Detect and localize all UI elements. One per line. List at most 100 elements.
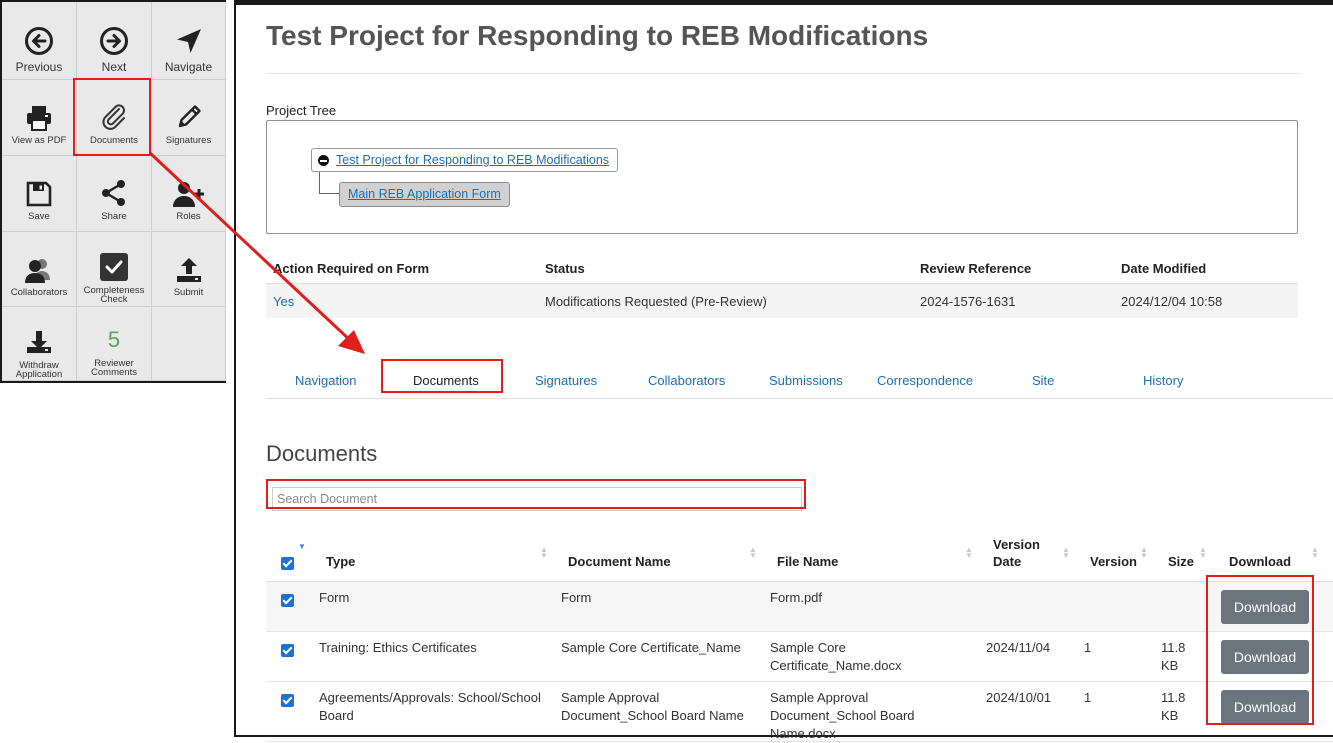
search-document-input[interactable] [272,487,802,511]
navigate-button[interactable]: Navigate [152,2,226,80]
header-document-name[interactable]: Document Name [568,553,671,570]
signatures-button[interactable]: Signatures [152,80,226,156]
users-icon [23,244,55,284]
tab-submissions[interactable]: Submissions [769,373,843,388]
navigate-label: Navigate [164,60,213,74]
previous-button[interactable]: Previous [2,2,77,80]
action-toolbar: Previous Next Navigate View as PDF Docum… [0,0,226,383]
tab-collaborators[interactable]: Collaborators [648,373,725,388]
page-title: Test Project for Responding to REB Modif… [266,20,929,51]
save-label: Save [28,211,50,222]
header-version[interactable]: Version [1090,553,1137,570]
action-required-value[interactable]: Yes [273,294,294,309]
view-as-pdf-label: View as PDF [11,135,67,146]
cell-file-name: Sample Approval Document_School Board Na… [770,690,915,741]
pencil-icon [174,92,204,132]
header-type[interactable]: Type [326,553,355,570]
location-arrow-icon [174,16,204,56]
withdraw-application-button[interactable]: Withdraw Application [2,307,77,381]
tab-documents[interactable]: Documents [413,373,479,388]
paperclip-icon [99,92,129,132]
tree-child-node: Main REB Application Form [339,182,510,207]
cell-type: Agreements/Approvals: School/School Boar… [319,690,541,723]
download-button[interactable]: Download [1221,690,1309,724]
documents-table: ▼ Type ▲ ▼ Document Name ▲ ▼ File Name ▲ ▼ … [266,531,1333,742]
tab-history[interactable]: History [1143,373,1183,388]
arrow-right-circle-icon [99,16,129,56]
save-button[interactable]: Save [2,156,77,232]
header-size[interactable]: Size [1168,553,1194,570]
tree-connector [319,172,320,194]
tab-site[interactable]: Site [1032,373,1054,388]
cell-version-date: 2024/11/04 [986,640,1051,655]
view-as-pdf-button[interactable]: View as PDF [2,80,77,156]
cell-version: 1 [1084,640,1092,655]
documents-heading: Documents [266,441,378,466]
sort-arrows-icon[interactable]: ▲ ▼ [965,546,973,560]
status-table-row: Yes Modifications Requested (Pre-Review)… [266,284,1298,318]
sort-arrows-icon[interactable]: ▲ ▼ [1140,546,1148,560]
collapse-icon[interactable] [318,155,329,166]
documents-label: Documents [89,135,139,146]
download-button[interactable]: Download [1221,590,1309,624]
main-panel: Test Project for Responding to REB Modif… [234,0,1333,742]
row-checkbox[interactable] [281,644,294,657]
table-row: Agreements/Approvals: School/School Boar… [266,682,1333,742]
row-checkbox[interactable] [281,694,294,707]
header-status: Status [545,261,585,276]
cell-document-name: Sample Core Certificate_Name [561,640,741,655]
next-button[interactable]: Next [77,2,152,80]
cell-type: Training: Ethics Certificates [319,640,477,655]
date-modified-value: 2024/12/04 10:58 [1121,294,1223,309]
tree-child-link[interactable]: Main REB Application Form [348,187,501,201]
submit-button[interactable]: Submit [152,232,226,307]
header-review-reference: Review Reference [920,261,1032,276]
sort-arrows-icon[interactable]: ▲ ▼ [749,546,757,560]
table-row: Form Form Form.pdf Download [266,582,1333,632]
completeness-check-label: Completeness Check [83,285,145,305]
cell-size: 11.8 KB [1161,640,1186,673]
title-divider [266,73,1301,74]
form-tabs: Navigation Documents Signatures Collabor… [266,363,1333,399]
tab-navigation[interactable]: Navigation [295,373,356,388]
share-label: Share [101,211,127,222]
collaborators-button[interactable]: Collaborators [2,232,77,307]
completeness-check-button[interactable]: Completeness Check [77,232,152,307]
header-download: Download [1229,554,1292,569]
sort-arrows-icon[interactable]: ▲ ▼ [540,546,548,560]
tree-root-link[interactable]: Test Project for Responding to REB Modif… [336,153,609,167]
status-table-header: Action Required on Form Status Review Re… [266,253,1298,284]
cell-size: 11.8 KB [1161,690,1186,723]
tab-signatures[interactable]: Signatures [535,373,597,388]
next-label: Next [101,60,127,74]
roles-button[interactable]: Roles [152,156,226,232]
documents-button[interactable]: Documents [77,80,152,156]
cell-file-name: Sample Core Certificate_Name.docx [770,640,902,673]
previous-label: Previous [15,60,63,74]
select-all-checkbox[interactable] [281,557,294,570]
sort-arrows-icon[interactable]: ▲ ▼ [1311,546,1319,560]
header-version-date[interactable]: Version Date [993,536,1040,570]
header-file-name[interactable]: File Name [777,553,838,570]
reviewer-comments-label: Reviewer Comments [91,358,137,378]
project-tree-label: Project Tree [266,103,337,118]
header-version-date-line2: Date [993,554,1022,569]
tab-correspondence[interactable]: Correspondence [877,373,973,388]
header-version-date-line1: Version [993,537,1040,552]
row-checkbox[interactable] [281,594,294,607]
header-date-modified: Date Modified [1121,261,1207,276]
cell-version: 1 [1084,690,1092,705]
review-reference-value: 2024-1576-1631 [920,294,1016,309]
form-status-table: Action Required on Form Status Review Re… [266,253,1298,318]
toolbar-empty-cell [152,307,226,381]
header-action-required: Action Required on Form [273,261,429,276]
sort-arrows-icon[interactable]: ▲ ▼ [1062,546,1070,560]
reviewer-comments-button[interactable]: 5 Reviewer Comments [77,307,152,381]
table-row: Training: Ethics Certificates Sample Cor… [266,632,1333,682]
signatures-label: Signatures [165,135,212,146]
roles-label: Roles [176,211,201,222]
share-button[interactable]: Share [77,156,152,232]
sort-arrows-icon[interactable]: ▲ ▼ [1199,546,1207,560]
download-button[interactable]: Download [1221,640,1309,674]
sort-caret-icon[interactable]: ▼ [298,543,306,551]
